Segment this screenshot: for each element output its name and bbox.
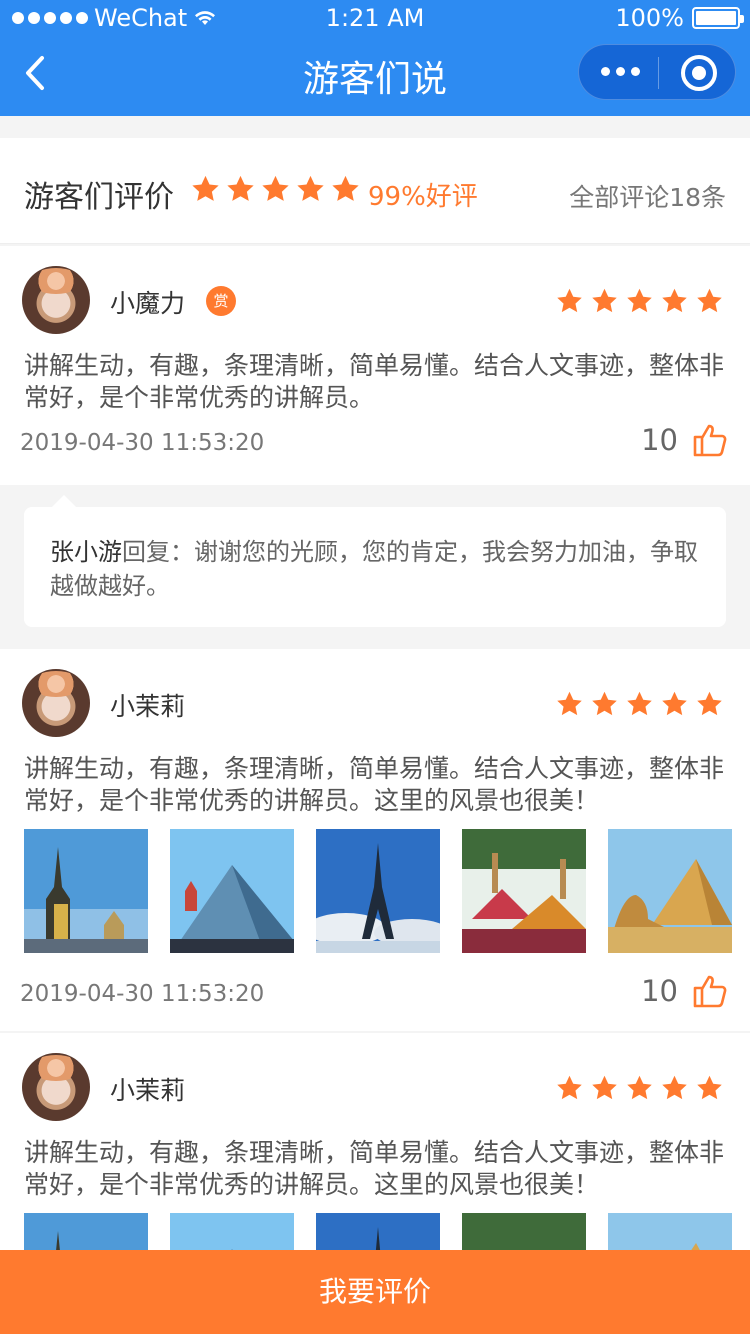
mini-program-capsule bbox=[578, 44, 736, 100]
reviewer-name: 小魔力 bbox=[110, 289, 186, 318]
reply-author: 张小游 bbox=[50, 538, 122, 566]
star-icon bbox=[557, 691, 582, 716]
reply-prefix: 回复： bbox=[122, 538, 194, 566]
star-icon bbox=[697, 288, 722, 313]
reviewer-name: 小茉莉 bbox=[110, 692, 186, 721]
star-icon bbox=[592, 691, 617, 716]
avatar bbox=[22, 1053, 90, 1121]
status-bar: WeChat 1:21 AM 100% bbox=[0, 0, 750, 36]
write-review-button[interactable]: 我要评价 bbox=[0, 1250, 750, 1334]
review-card: 小茉莉 讲解生动，有趣，条理清晰，简单易懂。结合人文事迹，整体非常好，是个非常优… bbox=[0, 1033, 750, 1253]
photo-thai-temple[interactable] bbox=[462, 829, 586, 953]
reply-section: 张小游回复：谢谢您的光顾，您的肯定，我会努力加油，争取越做越好。 bbox=[0, 485, 750, 648]
star-icon bbox=[192, 175, 219, 201]
photo-thai-temple[interactable] bbox=[462, 1213, 586, 1253]
photo-gallery bbox=[24, 829, 732, 953]
rating-summary: 游客们评价 99%好评 全部评论18条 bbox=[0, 138, 750, 244]
star-icon bbox=[262, 175, 289, 201]
star-icon bbox=[227, 175, 254, 201]
photo-castle[interactable] bbox=[24, 1213, 148, 1253]
star-icon bbox=[662, 1075, 687, 1100]
battery-icon bbox=[692, 7, 744, 29]
review-text: 讲解生动，有趣，条理清晰，简单易懂。结合人文事迹，整体非常好，是个非常优秀的讲解… bbox=[24, 351, 725, 412]
star-icon bbox=[697, 1075, 722, 1100]
review-date: 2019-04-30 11:53:20 bbox=[20, 430, 265, 456]
star-icon bbox=[627, 691, 652, 716]
reviewer-name: 小茉莉 bbox=[110, 1076, 186, 1105]
review-stars bbox=[555, 690, 724, 718]
avatar bbox=[22, 266, 90, 334]
like-count: 10 bbox=[641, 423, 678, 457]
nav-bar: 游客们说 bbox=[0, 36, 750, 116]
review-stars bbox=[555, 1074, 724, 1102]
star-icon bbox=[557, 1075, 582, 1100]
review-text: 讲解生动，有趣，条理清晰，简单易懂。结合人文事迹，整体非常好，是个非常优秀的讲解… bbox=[24, 754, 725, 815]
summary-label: 游客们评价 bbox=[24, 180, 174, 215]
like-button[interactable]: 10 bbox=[641, 422, 728, 458]
summary-stars bbox=[190, 174, 361, 204]
review-card: 小茉莉 讲解生动，有趣，条理清晰，简单易懂。结合人文事迹，整体非常好，是个非常优… bbox=[0, 649, 750, 1031]
review-stars bbox=[555, 287, 724, 315]
photo-gallery bbox=[24, 1213, 732, 1253]
like-button[interactable]: 10 bbox=[641, 973, 728, 1009]
star-icon bbox=[662, 691, 687, 716]
thumbs-up-icon[interactable] bbox=[692, 973, 728, 1009]
star-icon bbox=[697, 691, 722, 716]
star-icon bbox=[332, 175, 359, 201]
star-icon bbox=[627, 1075, 652, 1100]
avatar bbox=[22, 669, 90, 737]
review-date: 2019-04-30 11:53:20 bbox=[20, 981, 265, 1007]
review-card: 小魔力 赏 讲解生动，有趣，条理清晰，简单易懂。结合人文事迹，整体非常好，是个非… bbox=[0, 246, 750, 485]
reward-badge: 赏 bbox=[206, 286, 236, 316]
photo-castle[interactable] bbox=[24, 829, 148, 953]
thumbs-up-icon[interactable] bbox=[692, 422, 728, 458]
top-bar: WeChat 1:21 AM 100% 游客们说 bbox=[0, 0, 750, 116]
photo-egypt-pyramids[interactable] bbox=[608, 1213, 732, 1253]
positive-rate: 99%好评 bbox=[368, 182, 478, 212]
like-count: 10 bbox=[641, 974, 678, 1008]
close-miniprogram-icon[interactable] bbox=[681, 55, 717, 91]
photo-glass-pyramid[interactable] bbox=[170, 1213, 294, 1253]
photo-egypt-pyramids[interactable] bbox=[608, 829, 732, 953]
battery-percent: 100% bbox=[615, 4, 684, 32]
reply-bubble: 张小游回复：谢谢您的光顾，您的肯定，我会努力加油，争取越做越好。 bbox=[24, 507, 726, 627]
star-icon bbox=[557, 288, 582, 313]
photo-eiffel-tower[interactable] bbox=[316, 829, 440, 953]
photo-glass-pyramid[interactable] bbox=[170, 829, 294, 953]
star-icon bbox=[297, 175, 324, 201]
star-icon bbox=[662, 288, 687, 313]
star-icon bbox=[592, 1075, 617, 1100]
star-icon bbox=[592, 288, 617, 313]
review-text: 讲解生动，有趣，条理清晰，简单易懂。结合人文事迹，整体非常好，是个非常优秀的讲解… bbox=[24, 1138, 725, 1199]
more-icon[interactable] bbox=[601, 67, 640, 76]
photo-eiffel-tower[interactable] bbox=[316, 1213, 440, 1253]
all-reviews-link[interactable]: 全部评论18条 bbox=[569, 178, 726, 214]
star-icon bbox=[627, 288, 652, 313]
